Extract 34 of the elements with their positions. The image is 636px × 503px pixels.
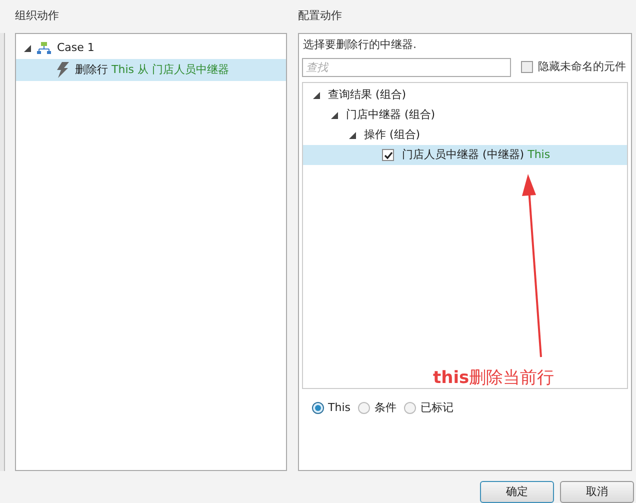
instruction-text: 选择要删除行的中继器.	[302, 36, 418, 53]
flow-icon	[37, 42, 51, 54]
tree-item[interactable]: 操作 (组合)	[303, 125, 627, 145]
radio-button[interactable]	[404, 402, 416, 414]
tree-item-label: 门店中继器 (组合)	[346, 106, 436, 123]
tree-item[interactable]: 门店人员中继器 (中继器) This	[303, 145, 627, 165]
tree-item-label: Case 1	[57, 40, 94, 56]
radio-label: 已标记	[420, 400, 454, 416]
expand-triangle-icon[interactable]	[313, 92, 320, 98]
tree-item[interactable]: 删除行 This 从 门店人员中继器	[16, 59, 286, 81]
section-title: 配置动作	[298, 8, 343, 24]
checkbox-label: 隐藏未命名的元件	[538, 58, 626, 75]
ok-button[interactable]: 确定	[480, 481, 554, 503]
lightning-icon	[57, 62, 69, 78]
tree-item-label: 门店人员中继器 (中继器) This	[402, 146, 550, 163]
search-field[interactable]: 查找	[302, 58, 511, 76]
tree-item[interactable]: Case 1	[16, 37, 286, 59]
tree-item-label: 操作 (组合)	[364, 126, 420, 143]
radio-label: This	[328, 400, 350, 416]
cancel-button[interactable]: 取消	[560, 481, 634, 503]
tree-item[interactable]: 查询结果 (组合)	[303, 85, 627, 105]
expand-triangle-icon[interactable]	[349, 132, 356, 138]
tree-item-label: 查询结果 (组合)	[328, 86, 406, 103]
checkbox[interactable]	[521, 61, 533, 73]
expand-triangle-icon[interactable]	[331, 112, 338, 118]
radio-button[interactable]	[358, 402, 370, 414]
radio-button[interactable]	[312, 402, 324, 414]
expand-triangle-icon[interactable]	[24, 44, 31, 52]
annotation-text: this删除当前行	[433, 367, 554, 390]
radio-label: 条件	[374, 400, 396, 416]
section-title: 组织动作	[15, 8, 60, 24]
checkbox[interactable]	[382, 149, 394, 161]
tree-item-label: 删除行 This 从 门店人员中继器	[75, 62, 229, 78]
tree-item[interactable]: 门店中继器 (组合)	[303, 105, 627, 125]
